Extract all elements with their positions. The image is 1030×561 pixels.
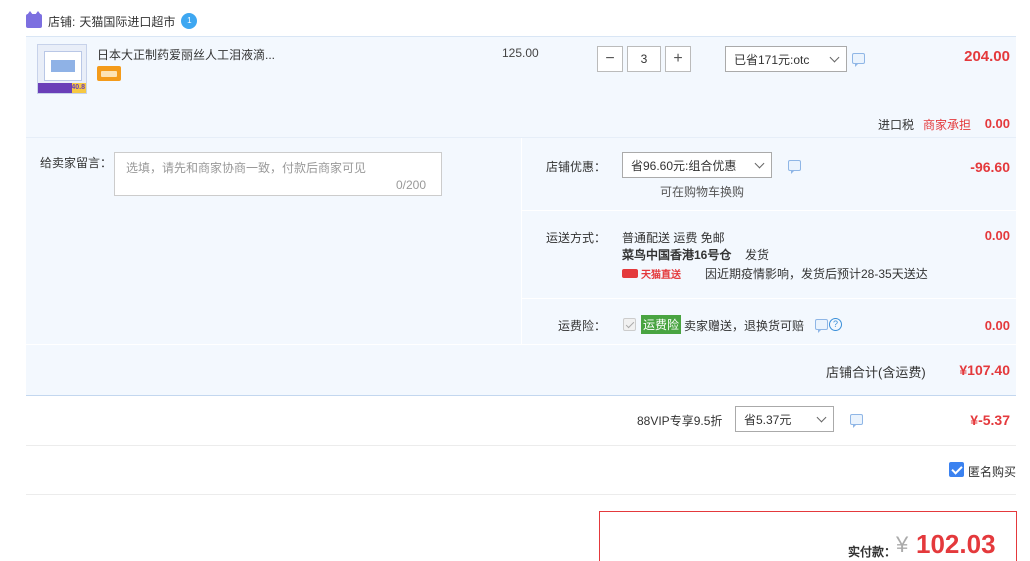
- tmall-direct-badge: 天猫直送: [622, 266, 681, 281]
- import-tax-label: 进口税: [878, 118, 915, 132]
- payment-label: 实付款：: [848, 545, 897, 559]
- message-placeholder: 选填，请先和商家协商一致，付款后商家可见: [126, 161, 367, 175]
- chevron-down-icon: [816, 412, 827, 422]
- quantity-input[interactable]: 3: [627, 46, 661, 72]
- shop-coupon-label: 店铺优惠：: [546, 160, 607, 174]
- vip-discount-value: 省5.37元: [744, 412, 792, 427]
- comment-icon[interactable]: [788, 160, 801, 174]
- panel-divider: [522, 210, 1016, 211]
- increase-quantity-button[interactable]: +: [665, 46, 691, 72]
- item-subtotal: 204.00: [964, 48, 1010, 65]
- import-tax-value: 0.00: [984, 116, 1010, 131]
- comment-icon[interactable]: [850, 414, 863, 428]
- comment-icon[interactable]: [815, 319, 828, 333]
- shop-coupon-select[interactable]: 省96.60元:组合优惠: [622, 152, 772, 178]
- shop-coupon-value: 省96.60元:组合优惠: [631, 158, 737, 173]
- wangwang-chat-icon[interactable]: 1: [181, 13, 198, 29]
- message-char-count: 0/200: [396, 178, 427, 192]
- shipping-method: 普通配送 运费 免邮: [622, 231, 725, 245]
- item-discount-select[interactable]: 已省171元:otc: [725, 46, 847, 72]
- unit-price: 125.00: [502, 46, 539, 60]
- shop-label: 店铺:: [48, 14, 76, 29]
- shop-total-value: ¥107.40: [959, 362, 1010, 378]
- panel-divider: [26, 344, 1016, 345]
- help-icon[interactable]: ?: [829, 318, 842, 331]
- credit-card-icon: [97, 66, 121, 81]
- delivery-truck-icon: [622, 269, 638, 278]
- message-label: 给卖家留言：: [40, 156, 113, 170]
- payment-currency: ¥: [896, 532, 909, 557]
- insurance-fee: 0.00: [984, 318, 1010, 333]
- thumb-price-tag: 40.8: [71, 84, 85, 91]
- shipping-ship-word: 发货: [745, 248, 770, 262]
- vip-discount-select[interactable]: 省5.37元: [735, 406, 834, 432]
- insurance-desc: 卖家赠送，退换货可赔: [684, 319, 805, 333]
- item-discount-value: 已省171元:otc: [734, 52, 810, 67]
- shipping-fee: 0.00: [984, 228, 1010, 243]
- quantity-stepper: − 3 +: [597, 46, 691, 72]
- divider: [26, 494, 1016, 495]
- shipping-label: 运送方式：: [546, 231, 607, 245]
- tmall-cat-icon: [26, 11, 42, 28]
- shop-coupon-note: 可在购物车换购: [660, 185, 745, 199]
- tmall-direct-label: 天猫直送: [641, 270, 681, 281]
- comment-icon[interactable]: [852, 53, 865, 67]
- shop-coupon-amount: -96.60: [970, 159, 1010, 175]
- import-tax-note: 商家承担: [923, 118, 972, 132]
- panel-divider: [522, 298, 1016, 299]
- decrease-quantity-button[interactable]: −: [597, 46, 623, 72]
- anonymous-label[interactable]: 匿名购买: [968, 463, 1016, 480]
- vip-discount-label: 88VIP专享9.5折: [637, 414, 723, 428]
- divider: [26, 445, 1016, 446]
- shop-total-label: 店铺合计(含运费): [826, 365, 926, 380]
- payment-amount: 102.03: [916, 529, 996, 559]
- insurance-checkbox: [623, 318, 636, 331]
- vip-discount-amount: ¥-5.37: [970, 412, 1010, 428]
- shipping-delay-note: 因近期疫情影响，发货后预计28-35天送达: [705, 267, 928, 281]
- anonymous-checkbox[interactable]: [949, 462, 964, 477]
- shop-header: 店铺: 天猫国际进口超市 1: [26, 10, 198, 32]
- chevron-down-icon: [829, 52, 840, 62]
- insurance-badge: 运费险: [641, 315, 682, 334]
- product-title-link[interactable]: 日本大正制药爱丽丝人工泪液滴...: [97, 46, 275, 63]
- chevron-down-icon: [754, 158, 765, 168]
- insurance-label: 运费险：: [558, 319, 607, 333]
- panel-divider: [521, 138, 522, 344]
- shop-name-link[interactable]: 天猫国际进口超市: [79, 13, 175, 30]
- product-thumbnail[interactable]: 40.8: [37, 44, 87, 94]
- shipping-warehouse: 菜鸟中国香港16号仓: [622, 248, 732, 262]
